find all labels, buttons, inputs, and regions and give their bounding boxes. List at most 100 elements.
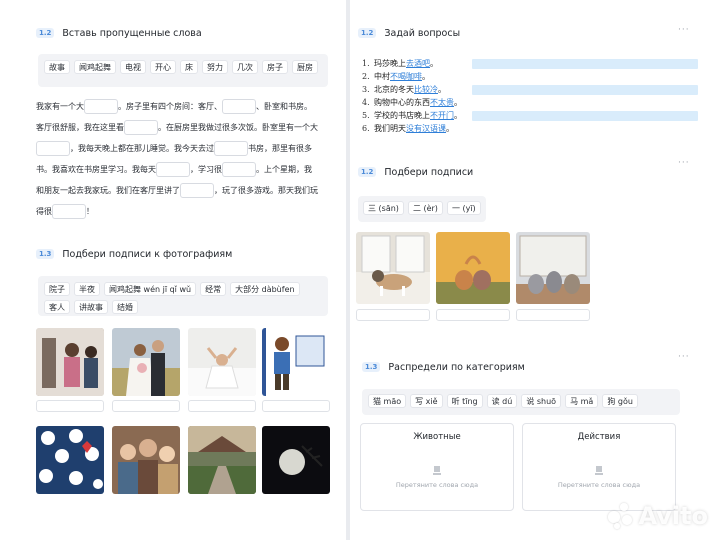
question-text: 玛莎晚上: [374, 59, 406, 68]
categories-header: 1.3 Распредели по категориям: [362, 359, 525, 375]
question-text: 购物中心的东西: [374, 98, 430, 107]
blank-input[interactable]: [214, 141, 248, 156]
match-captions-header: 1.2 Подбери подписи: [358, 164, 473, 180]
text-segment: ！: [86, 207, 94, 216]
section-badge: 1.2: [358, 167, 377, 177]
caption-chip[interactable]: 闻鸡起舞 wén jī qǐ wǔ: [104, 282, 197, 296]
ask-questions-header: 1.2 Задай вопросы: [358, 25, 460, 41]
caption-chip[interactable]: 结婚: [112, 300, 138, 314]
blank-input[interactable]: [124, 120, 158, 135]
category-chip[interactable]: 听 tīng: [446, 394, 483, 408]
question-end: 。: [454, 111, 462, 120]
answer-field[interactable]: [472, 59, 698, 69]
word-chip[interactable]: 开心: [150, 60, 176, 74]
actions-drop-zone[interactable]: Действия Перетяните слова сюда: [522, 423, 676, 511]
category-chip[interactable]: 马 mǎ: [565, 394, 599, 408]
question-text: 中村: [374, 72, 390, 81]
question-end: 。: [430, 59, 438, 68]
caption-bank: 院子 半夜 闻鸡起舞 wén jī qǐ wǔ 经常 大部分 dàbùfen 客…: [38, 276, 328, 316]
category-chip[interactable]: 狗 gǒu: [602, 394, 638, 408]
drop-zone-title: Действия: [577, 432, 621, 442]
question-row: 1. 玛莎晚上 去酒吧。: [362, 57, 462, 70]
blank-input[interactable]: [52, 204, 86, 219]
caption-slot[interactable]: [262, 400, 330, 412]
word-chip[interactable]: 故事: [44, 60, 70, 74]
question-number: 5.: [362, 111, 370, 120]
caption-slot[interactable]: [356, 309, 430, 321]
caption-chip[interactable]: 院子: [44, 282, 70, 296]
caption-chip[interactable]: 客人: [44, 300, 70, 314]
blank-input[interactable]: [156, 162, 190, 177]
question-end: 。: [446, 124, 454, 133]
blank-input[interactable]: [84, 99, 118, 114]
photo-wedding: [112, 328, 180, 396]
word-chip[interactable]: 电视: [120, 60, 146, 74]
word-chip[interactable]: 房子: [262, 60, 288, 74]
text-segment: ，玩了很多游戏。那天我们玩: [214, 186, 318, 195]
caption-slot[interactable]: [516, 309, 590, 321]
text-segment: 书。我喜欢在书房里学习。我每天: [36, 165, 156, 174]
more-menu-icon[interactable]: ···: [678, 25, 690, 35]
drop-zone-title: Животные: [413, 432, 461, 442]
watermark-text: Avito: [638, 502, 708, 530]
caption-chip[interactable]: 经常: [200, 282, 227, 296]
word-chip[interactable]: 努力: [202, 60, 228, 74]
bed-image: [188, 328, 256, 396]
text-segment: 。在厨房里我做过很多次饭。卧室里有一个大: [158, 123, 318, 132]
category-chip[interactable]: 读 dú: [486, 394, 518, 408]
answer-field[interactable]: [472, 85, 698, 95]
caption-chip[interactable]: 大部分 dàbùfen: [230, 282, 300, 296]
question-focus-link: 不喝咖啡: [390, 72, 422, 81]
caption-chip[interactable]: 半夜: [74, 282, 100, 296]
caption-slot[interactable]: [188, 400, 256, 412]
more-menu-icon[interactable]: ···: [678, 158, 690, 168]
caption-slot[interactable]: [436, 309, 510, 321]
blank-input[interactable]: [36, 141, 70, 156]
word-chip[interactable]: 闻鸡起舞: [74, 60, 116, 74]
category-chip[interactable]: 说 shuō: [521, 394, 562, 408]
section-title: Задай вопросы: [384, 27, 461, 39]
caption-slot[interactable]: [112, 400, 180, 412]
blank-input[interactable]: [222, 162, 256, 177]
answer-field[interactable]: [472, 111, 698, 121]
midnight-image: [262, 426, 330, 494]
category-chip[interactable]: 写 xiě: [410, 394, 443, 408]
number-chip[interactable]: 一 (yī): [446, 201, 481, 215]
word-chip[interactable]: 几次: [232, 60, 258, 74]
avito-watermark: Avito: [608, 502, 708, 530]
photo-three-cats: [516, 232, 590, 304]
text-segment: 。房子里有四个房间：客厅、: [118, 102, 222, 111]
text-segment: ，我每天晚上都在那儿睡觉。我今天去过: [70, 144, 214, 153]
blank-input[interactable]: [222, 99, 256, 114]
photo-yard: [188, 426, 256, 494]
word-chip[interactable]: 厨房: [292, 60, 318, 74]
yard-image: [188, 426, 256, 494]
caption-chip[interactable]: 讲故事: [74, 300, 108, 314]
section-title: Распредели по категориям: [388, 361, 525, 373]
question-focus-link: 不太贵: [430, 98, 454, 107]
wedding-image: [112, 328, 180, 396]
photo-storytelling: [112, 426, 180, 494]
category-chip[interactable]: 猫 māo: [368, 394, 407, 408]
word-chip[interactable]: 床: [180, 60, 198, 74]
number-chip[interactable]: 二 (èr): [407, 201, 443, 215]
question-row: 5. 学校的书店晚上 不开门。: [362, 109, 462, 122]
more-menu-icon[interactable]: ···: [678, 352, 690, 362]
fill-blanks-header: 1.2 Вставь пропущенные слова: [36, 25, 202, 41]
photo-two-cats: [436, 232, 510, 304]
section-badge: 1.3: [36, 249, 55, 259]
category-word-bank: 猫 māo 写 xiě 听 tīng 读 dú 说 shuō 马 mǎ 狗 gǒ…: [362, 389, 680, 415]
caption-slot[interactable]: [36, 400, 104, 412]
text-segment: 客厅很舒服，我在这里看: [36, 123, 124, 132]
drop-zone-hint: Перетяните слова сюда: [557, 481, 641, 489]
blank-input[interactable]: [180, 183, 214, 198]
section-title: Вставь пропущенные слова: [62, 27, 202, 39]
storytelling-image: [112, 426, 180, 494]
text-segment: 我家有一个大: [36, 102, 84, 111]
text-segment: ，学习很: [190, 165, 222, 174]
animals-drop-zone[interactable]: Животные Перетяните слова сюда: [360, 423, 514, 511]
right-worksheet: ··· 1.2 Задай вопросы 1. 玛莎晚上 去酒吧。 2. 中村不…: [350, 0, 720, 540]
number-chip[interactable]: 三 (sān): [363, 201, 404, 215]
question-text: 学校的书店晚上: [374, 111, 430, 120]
photo-guests: [36, 328, 104, 396]
